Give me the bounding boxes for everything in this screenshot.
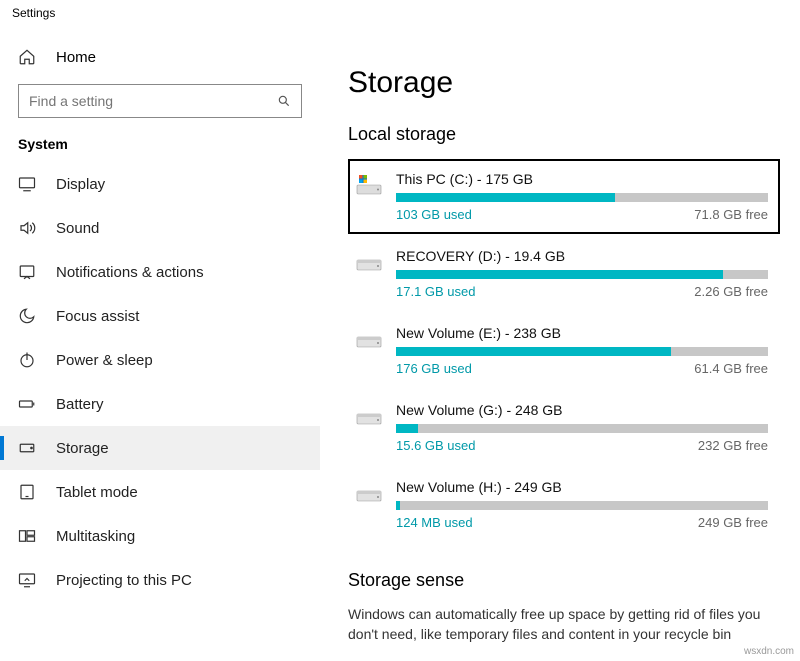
home-icon	[18, 48, 36, 66]
sidebar-item-label: Focus assist	[56, 308, 139, 325]
sidebar-item-battery[interactable]: Battery	[0, 382, 320, 426]
sidebar-item-power-sleep[interactable]: Power & sleep	[0, 338, 320, 382]
display-icon	[18, 175, 36, 193]
page-title: Storage	[348, 66, 780, 100]
home-button[interactable]: Home	[0, 40, 320, 84]
drive-title: RECOVERY (D:) - 19.4 GB	[396, 248, 768, 264]
section-label: System	[0, 136, 320, 162]
search-input[interactable]	[19, 93, 277, 109]
drive-used-label: 124 MB used	[396, 515, 473, 530]
drive-title: New Volume (H:) - 249 GB	[396, 479, 768, 495]
projecting-icon	[18, 571, 36, 589]
drive-used-label: 103 GB used	[396, 207, 472, 222]
storage-sense-section: Storage sense Windows can automatically …	[348, 570, 780, 644]
drive-usage-bar	[396, 193, 768, 202]
search-icon	[277, 94, 291, 108]
main-content: Storage Local storage This PC (C:) - 175…	[320, 26, 800, 661]
sidebar-item-label: Battery	[56, 396, 104, 413]
sidebar-item-tablet-mode[interactable]: Tablet mode	[0, 470, 320, 514]
focus-assist-icon	[18, 307, 36, 325]
home-label: Home	[56, 49, 96, 66]
drive-item[interactable]: New Volume (H:) - 249 GB 124 MB used 249 G…	[348, 467, 780, 542]
sidebar-item-label: Multitasking	[56, 528, 135, 545]
drive-usage-bar	[396, 501, 768, 510]
sidebar-item-sound[interactable]: Sound	[0, 206, 320, 250]
drive-used-label: 176 GB used	[396, 361, 472, 376]
sidebar-item-focus-assist[interactable]: Focus assist	[0, 294, 320, 338]
storage-sense-title: Storage sense	[348, 570, 780, 591]
sidebar-item-label: Projecting to this PC	[56, 572, 192, 589]
drive-item[interactable]: New Volume (E:) - 238 GB 176 GB used 61.4 …	[348, 313, 780, 388]
watermark: wsxdn.com	[744, 646, 794, 657]
drive-icon	[356, 327, 382, 351]
drive-free-label: 61.4 GB free	[694, 361, 768, 376]
sidebar-item-projecting[interactable]: Projecting to this PC	[0, 558, 320, 602]
drive-icon	[356, 404, 382, 428]
drive-icon	[356, 250, 382, 274]
sidebar-item-label: Notifications & actions	[56, 264, 204, 281]
drive-icon	[356, 481, 382, 505]
storage-icon	[18, 439, 36, 457]
local-storage-heading: Local storage	[348, 124, 780, 145]
drive-title: This PC (C:) - 175 GB	[396, 171, 768, 187]
sidebar-item-label: Display	[56, 176, 105, 193]
sidebar-item-label: Sound	[56, 220, 99, 237]
search-box[interactable]	[18, 84, 302, 118]
multitasking-icon	[18, 527, 36, 545]
drive-title: New Volume (G:) - 248 GB	[396, 402, 768, 418]
drive-used-label: 17.1 GB used	[396, 284, 476, 299]
battery-icon	[18, 395, 36, 413]
sidebar-item-multitasking[interactable]: Multitasking	[0, 514, 320, 558]
sound-icon	[18, 219, 36, 237]
drive-usage-bar	[396, 270, 768, 279]
sidebar-item-notifications[interactable]: Notifications & actions	[0, 250, 320, 294]
drive-item[interactable]: RECOVERY (D:) - 19.4 GB 17.1 GB used 2.26 …	[348, 236, 780, 311]
storage-sense-description: Windows can automatically free up space …	[348, 605, 780, 644]
sidebar-item-storage[interactable]: Storage	[0, 426, 320, 470]
sidebar: Home System Display Sound Notifications …	[0, 26, 320, 661]
power-icon	[18, 351, 36, 369]
drive-free-label: 2.26 GB free	[694, 284, 768, 299]
window-title: Settings	[0, 0, 800, 26]
sidebar-item-label: Tablet mode	[56, 484, 138, 501]
drive-free-label: 232 GB free	[698, 438, 768, 453]
tablet-icon	[18, 483, 36, 501]
drive-item[interactable]: This PC (C:) - 175 GB 103 GB used 71.8 GB …	[348, 159, 780, 234]
sidebar-item-label: Storage	[56, 440, 109, 457]
sidebar-item-label: Power & sleep	[56, 352, 153, 369]
drive-usage-bar	[396, 347, 768, 356]
drive-item[interactable]: New Volume (G:) - 248 GB 15.6 GB used 232 …	[348, 390, 780, 465]
drive-free-label: 71.8 GB free	[694, 207, 768, 222]
sidebar-item-display[interactable]: Display	[0, 162, 320, 206]
drive-icon	[356, 173, 382, 197]
drive-used-label: 15.6 GB used	[396, 438, 476, 453]
drive-usage-bar	[396, 424, 768, 433]
notifications-icon	[18, 263, 36, 281]
drive-free-label: 249 GB free	[698, 515, 768, 530]
drive-title: New Volume (E:) - 238 GB	[396, 325, 768, 341]
